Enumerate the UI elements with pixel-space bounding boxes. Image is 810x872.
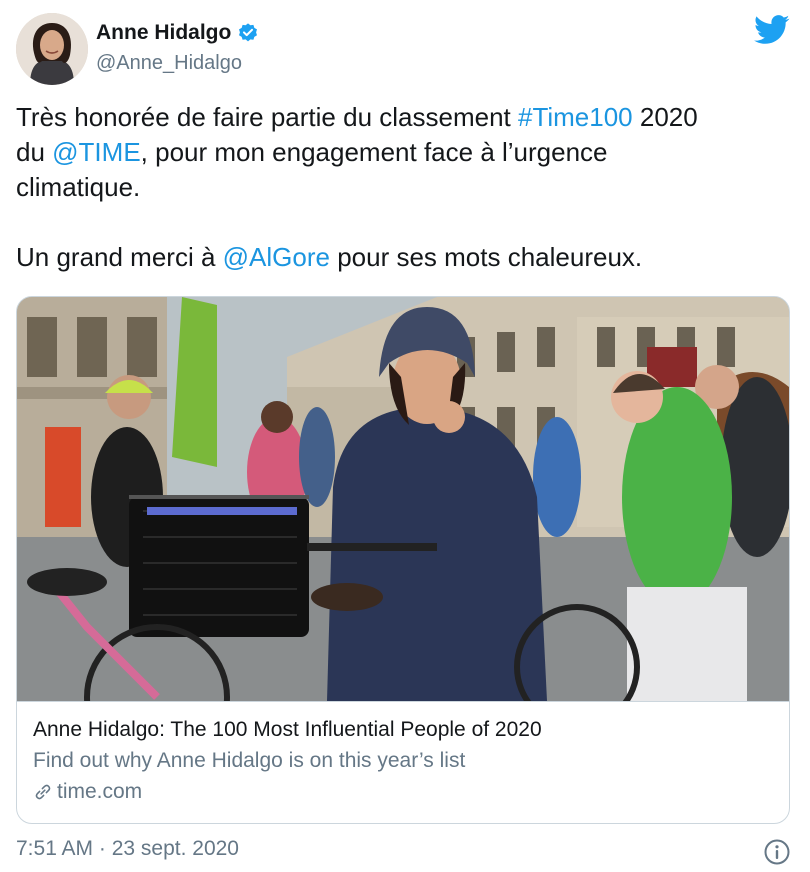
info-icon[interactable] xyxy=(763,838,791,866)
twitter-bird-icon[interactable] xyxy=(754,15,790,45)
tweet-timestamp[interactable]: 7:51 AM · 23 sept. 2020 xyxy=(16,837,239,861)
tweet-text-segment: 2020 xyxy=(632,102,698,132)
tweet: Anne Hidalgo @Anne_Hidalgo Très honorée … xyxy=(0,0,810,872)
card-description: Find out why Anne Hidalgo is on this yea… xyxy=(33,749,466,772)
mention-algore-link[interactable]: @AlGore xyxy=(223,242,330,272)
tweet-paragraph-1: Très honorée de faire partie du classeme… xyxy=(16,100,796,205)
tweet-text-segment: Très honorée de faire partie du classeme… xyxy=(16,102,518,132)
card-body[interactable]: Anne Hidalgo: The 100 Most Influential P… xyxy=(17,701,789,823)
link-icon xyxy=(33,782,53,802)
avatar[interactable] xyxy=(16,13,88,85)
hashtag-time100-link[interactable]: #Time100 xyxy=(518,102,633,132)
author-name[interactable]: Anne Hidalgo xyxy=(96,21,259,45)
mention-time-link[interactable]: @TIME xyxy=(52,137,141,167)
author-name-text: Anne Hidalgo xyxy=(96,21,232,44)
card-domain-text: time.com xyxy=(57,780,143,803)
card-domain: time.com xyxy=(33,778,773,806)
card-title[interactable]: Anne Hidalgo: The 100 Most Influential P… xyxy=(33,716,773,744)
tweet-text-segment: pour ses mots chaleureux. xyxy=(329,242,643,272)
verified-badge-icon xyxy=(237,22,259,44)
author-handle[interactable]: @Anne_Hidalgo xyxy=(96,52,242,75)
tweet-text-segment: du xyxy=(16,137,53,167)
card-image[interactable] xyxy=(17,297,789,701)
tweet-text-segment: , pour mon engagement face à l’urgence xyxy=(140,137,608,167)
tweet-text-segment: Un grand merci à xyxy=(16,242,223,272)
tweet-paragraph-2: Un grand merci à @AlGore pour ses mots c… xyxy=(16,240,796,275)
tweet-text-segment: climatique. xyxy=(16,172,141,202)
link-card[interactable]: Anne Hidalgo: The 100 Most Influential P… xyxy=(16,296,790,824)
tweet-text: Très honorée de faire partie du classeme… xyxy=(16,100,796,275)
